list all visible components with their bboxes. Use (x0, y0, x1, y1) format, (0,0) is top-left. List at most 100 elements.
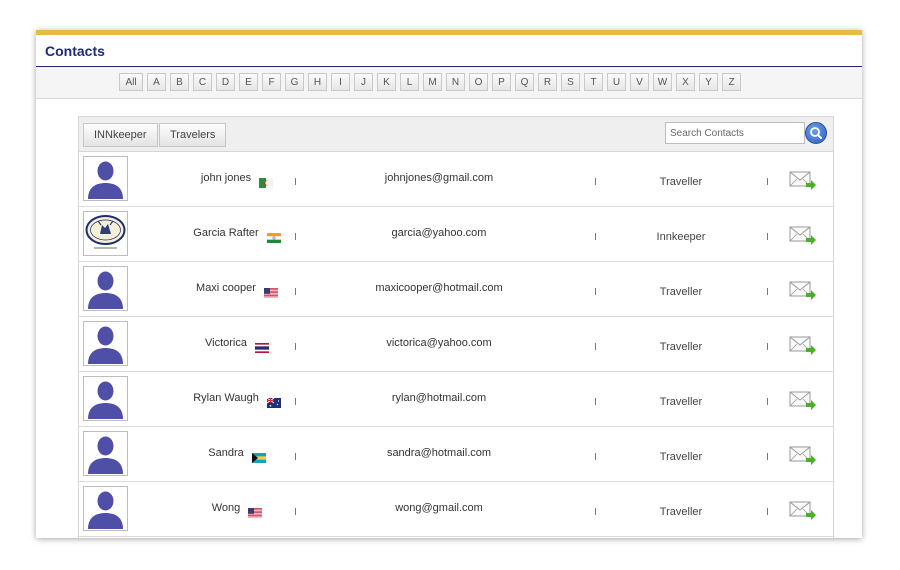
letter-filter-f[interactable]: F (262, 73, 281, 91)
column-divider (295, 288, 296, 295)
user-silhouette-icon[interactable] (83, 266, 128, 311)
contact-type: Traveller (659, 286, 703, 298)
user-silhouette-icon[interactable] (83, 486, 128, 531)
contact-row: Maxi cooper maxicooper@hotmail.com Travell… (79, 262, 833, 317)
flag-bahamas-icon (251, 450, 266, 463)
column-divider (767, 398, 768, 405)
letter-filter-all[interactable]: All (119, 73, 143, 91)
contact-email[interactable]: wong@gmail.com (395, 502, 483, 514)
column-divider (295, 178, 296, 185)
user-silhouette-icon[interactable] (83, 376, 128, 421)
contacts-content: INNkeeper Travelers john jones johnjones@… (78, 116, 834, 538)
search-input[interactable] (665, 122, 805, 144)
contact-row: Sandra sandra@hotmail.com Traveller (79, 427, 833, 482)
contact-name[interactable]: Wong (212, 502, 241, 514)
send-message-icon[interactable] (789, 280, 817, 302)
column-divider (595, 398, 596, 405)
flag-australia-icon (266, 395, 281, 408)
contact-email[interactable]: garcia@yahoo.com (392, 227, 487, 239)
contact-name[interactable]: john jones (201, 172, 251, 184)
contact-email[interactable]: johnjones@gmail.com (385, 172, 493, 184)
contact-name[interactable]: Victorica (205, 337, 247, 349)
letter-filter-c[interactable]: C (193, 73, 212, 91)
column-divider (767, 343, 768, 350)
letter-filter-n[interactable]: N (446, 73, 465, 91)
contact-type: Traveller (659, 176, 703, 188)
contact-email[interactable]: victorica@yahoo.com (386, 337, 491, 349)
letter-filter-o[interactable]: O (469, 73, 488, 91)
contact-name[interactable]: Maxi cooper (196, 282, 256, 294)
contact-type: Traveller (659, 506, 703, 518)
contacts-list: john jones johnjones@gmail.com Traveller Ga… (79, 152, 833, 537)
contact-type: Traveller (659, 451, 703, 463)
letter-filter-a[interactable]: A (147, 73, 166, 91)
letter-filter-u[interactable]: U (607, 73, 626, 91)
column-divider (595, 288, 596, 295)
contact-avatar-logo[interactable] (83, 211, 128, 256)
letter-filter-w[interactable]: W (653, 73, 672, 91)
contact-row: Rylan Waugh rylan@hotmail.com Traveller (79, 372, 833, 427)
column-divider (767, 508, 768, 515)
contacts-panel: Contacts All A B C D E F G H I J K L M N O P Q R S T U V W X Y Z I… (36, 30, 862, 538)
contact-email[interactable]: rylan@hotmail.com (392, 392, 486, 404)
contact-row: john jones johnjones@gmail.com Traveller (79, 152, 833, 207)
column-divider (595, 233, 596, 240)
travelers-filter-button[interactable]: Travelers (159, 123, 227, 147)
letter-filter-m[interactable]: M (423, 73, 442, 91)
letter-filter-x[interactable]: X (676, 73, 695, 91)
alphabet-filter-row: All A B C D E F G H I J K L M N O P Q R S T U V W X Y Z (36, 67, 862, 99)
letter-filter-y[interactable]: Y (699, 73, 718, 91)
contact-email[interactable]: maxicooper@hotmail.com (375, 282, 502, 294)
search-icon (810, 127, 822, 139)
letter-filter-j[interactable]: J (354, 73, 373, 91)
send-message-icon[interactable] (789, 390, 817, 412)
user-silhouette-icon[interactable] (83, 321, 128, 366)
search-button[interactable] (805, 122, 827, 144)
letter-filter-v[interactable]: V (630, 73, 649, 91)
letter-filter-t[interactable]: T (584, 73, 603, 91)
flag-thailand-icon (254, 340, 269, 353)
letter-filter-s[interactable]: S (561, 73, 580, 91)
letter-filter-r[interactable]: R (538, 73, 557, 91)
page-title: Contacts (45, 43, 105, 59)
alphabet-filter: All A B C D E F G H I J K L M N O P Q R S T U V W X Y Z (119, 73, 741, 91)
letter-filter-l[interactable]: L (400, 73, 419, 91)
user-silhouette-icon[interactable] (83, 156, 128, 201)
flag-usa-icon (248, 505, 263, 518)
column-divider (595, 343, 596, 350)
contact-row: Wong wong@gmail.com Traveller (79, 482, 833, 537)
letter-filter-p[interactable]: P (492, 73, 511, 91)
user-silhouette-icon[interactable] (83, 431, 128, 476)
letter-filter-i[interactable]: I (331, 73, 350, 91)
flag-algeria-icon (259, 175, 274, 188)
contact-type: Traveller (659, 396, 703, 408)
letter-filter-e[interactable]: E (239, 73, 258, 91)
send-message-icon[interactable] (789, 500, 817, 522)
send-message-icon[interactable] (789, 445, 817, 467)
contact-row: Victorica victorica@yahoo.com Traveller (79, 317, 833, 372)
column-divider (295, 453, 296, 460)
letter-filter-h[interactable]: H (308, 73, 327, 91)
column-divider (595, 178, 596, 185)
flag-usa-icon (263, 285, 278, 298)
contact-name[interactable]: Rylan Waugh (193, 392, 259, 404)
letter-filter-d[interactable]: D (216, 73, 235, 91)
column-divider (767, 178, 768, 185)
letter-filter-g[interactable]: G (285, 73, 304, 91)
column-divider (595, 508, 596, 515)
send-message-icon[interactable] (789, 335, 817, 357)
contact-name[interactable]: Sandra (208, 447, 243, 459)
contact-email[interactable]: sandra@hotmail.com (387, 447, 491, 459)
contact-name[interactable]: Garcia Rafter (193, 227, 258, 239)
column-divider (295, 233, 296, 240)
send-message-icon[interactable] (789, 225, 817, 247)
column-divider (767, 233, 768, 240)
innkeeper-filter-button[interactable]: INNkeeper (83, 123, 158, 147)
letter-filter-q[interactable]: Q (515, 73, 534, 91)
send-message-icon[interactable] (789, 170, 817, 192)
letter-filter-z[interactable]: Z (722, 73, 741, 91)
column-divider (595, 453, 596, 460)
letter-filter-k[interactable]: K (377, 73, 396, 91)
title-row: Contacts (36, 35, 862, 67)
letter-filter-b[interactable]: B (170, 73, 189, 91)
